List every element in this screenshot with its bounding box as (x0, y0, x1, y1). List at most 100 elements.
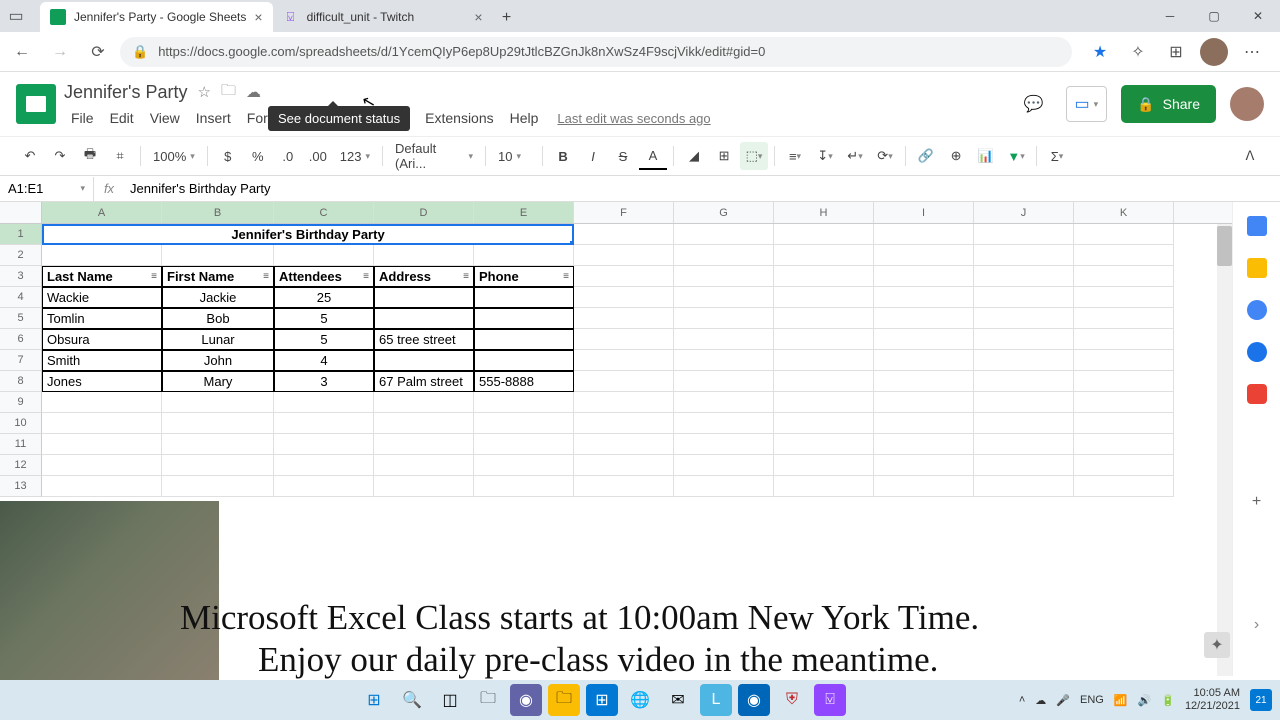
cloud-status-icon[interactable]: ☁ (246, 83, 261, 101)
column-header[interactable]: F (574, 202, 674, 223)
row-header[interactable]: 4 (0, 287, 42, 308)
cell[interactable] (162, 245, 274, 266)
cell[interactable] (874, 371, 974, 392)
cell[interactable] (774, 455, 874, 476)
column-header[interactable]: I (874, 202, 974, 223)
row-header[interactable]: 7 (0, 350, 42, 371)
browser-tab-active[interactable]: Jennifer's Party - Google Sheets × (40, 2, 273, 32)
column-header[interactable]: B (162, 202, 274, 223)
menu-file[interactable]: File (64, 108, 101, 128)
cell[interactable] (374, 287, 474, 308)
tasks-icon[interactable] (1247, 300, 1267, 320)
menu-icon[interactable]: ⋯ (1238, 38, 1266, 66)
cell[interactable]: 4 (274, 350, 374, 371)
share-button[interactable]: 🔒 Share (1121, 85, 1216, 123)
cell[interactable]: Mary (162, 371, 274, 392)
font-select[interactable]: Default (Ari...▾ (389, 142, 479, 170)
cell[interactable] (974, 245, 1074, 266)
italic-button[interactable]: I (579, 142, 607, 170)
onedrive-icon[interactable]: ☁ (1035, 694, 1046, 707)
filter-button[interactable]: ▼▾ (1002, 142, 1030, 170)
browser-tab[interactable]: ⍌ difficult_unit - Twitch × (273, 2, 493, 32)
cell[interactable]: Jackie (162, 287, 274, 308)
number-format-select[interactable]: 123▾ (334, 142, 376, 170)
app-icon[interactable]: L (700, 684, 732, 716)
fill-color-button[interactable]: ◢ (680, 142, 708, 170)
cell[interactable] (1074, 392, 1174, 413)
filter-icon[interactable]: ≡ (463, 271, 469, 282)
column-header[interactable]: J (974, 202, 1074, 223)
cell[interactable] (974, 266, 1074, 287)
cell[interactable] (674, 434, 774, 455)
cell[interactable] (974, 329, 1074, 350)
title-cell[interactable]: Jennifer's Birthday Party (42, 224, 574, 245)
row-header[interactable]: 11 (0, 434, 42, 455)
cell[interactable]: 3 (274, 371, 374, 392)
cell[interactable]: 25 (274, 287, 374, 308)
cell[interactable] (42, 245, 162, 266)
favorite-icon[interactable]: ★ (1086, 38, 1114, 66)
cell[interactable] (474, 434, 574, 455)
cell[interactable] (674, 329, 774, 350)
cell[interactable] (374, 350, 474, 371)
sheets-logo[interactable] (16, 84, 56, 124)
vertical-scrollbar[interactable] (1217, 224, 1232, 676)
cell[interactable] (162, 413, 274, 434)
percent-button[interactable]: % (244, 142, 272, 170)
edge-icon[interactable]: 🌐 (624, 684, 656, 716)
cell[interactable] (162, 434, 274, 455)
refresh-button[interactable]: ⟳ (82, 36, 114, 68)
profile-avatar[interactable] (1200, 38, 1228, 66)
cell[interactable] (274, 413, 374, 434)
search-icon[interactable]: 🔍 (396, 684, 428, 716)
cell[interactable] (674, 245, 774, 266)
halign-button[interactable]: ≡▾ (781, 142, 809, 170)
cell[interactable] (674, 350, 774, 371)
cell[interactable] (1074, 476, 1174, 497)
keep-icon[interactable] (1247, 258, 1267, 278)
cell[interactable] (1074, 245, 1174, 266)
strike-button[interactable]: S (609, 142, 637, 170)
cell[interactable]: Wackie (42, 287, 162, 308)
cell[interactable] (574, 224, 674, 245)
header-cell[interactable]: Phone≡ (474, 266, 574, 287)
row-header[interactable]: 2 (0, 245, 42, 266)
cell[interactable] (574, 266, 674, 287)
explore-button[interactable]: ✦ (1204, 632, 1230, 658)
header-cell[interactable]: Address≡ (374, 266, 474, 287)
redo-button[interactable]: ↷ (46, 142, 74, 170)
mail-icon[interactable]: ✉ (662, 684, 694, 716)
cell[interactable] (274, 455, 374, 476)
menu-help[interactable]: Help (503, 108, 546, 128)
cell[interactable] (974, 287, 1074, 308)
cell[interactable] (1074, 308, 1174, 329)
cell[interactable] (874, 392, 974, 413)
formula-input[interactable]: Jennifer's Birthday Party (124, 181, 1280, 196)
cell[interactable] (42, 413, 162, 434)
currency-button[interactable]: $ (214, 142, 242, 170)
row-header[interactable]: 6 (0, 329, 42, 350)
cell[interactable] (162, 455, 274, 476)
filter-icon[interactable]: ≡ (263, 271, 269, 282)
cell[interactable] (574, 308, 674, 329)
cell[interactable]: 5 (274, 308, 374, 329)
column-header[interactable]: E (474, 202, 574, 223)
cell[interactable] (974, 455, 1074, 476)
cell[interactable] (474, 413, 574, 434)
cell[interactable]: 5 (274, 329, 374, 350)
battery-icon[interactable]: 🔋 (1161, 694, 1175, 707)
cell[interactable] (274, 392, 374, 413)
present-button[interactable]: ▭▾ (1066, 86, 1108, 122)
clock[interactable]: 10:05 AM 12/21/2021 (1185, 687, 1240, 713)
collapse-toolbar-button[interactable]: ᐱ (1236, 142, 1264, 170)
menu-insert[interactable]: Insert (189, 108, 238, 128)
cell[interactable]: Lunar (162, 329, 274, 350)
cell[interactable] (42, 434, 162, 455)
cell[interactable] (674, 308, 774, 329)
url-input[interactable]: 🔒 https://docs.google.com/spreadsheets/d… (120, 37, 1072, 67)
tab-overview-button[interactable]: ▭ (0, 1, 32, 31)
cell[interactable] (874, 245, 974, 266)
back-button[interactable]: ← (6, 36, 38, 68)
cell[interactable] (674, 392, 774, 413)
cells-area[interactable]: Jennifer's Birthday PartyLast Name≡First… (42, 224, 1174, 497)
